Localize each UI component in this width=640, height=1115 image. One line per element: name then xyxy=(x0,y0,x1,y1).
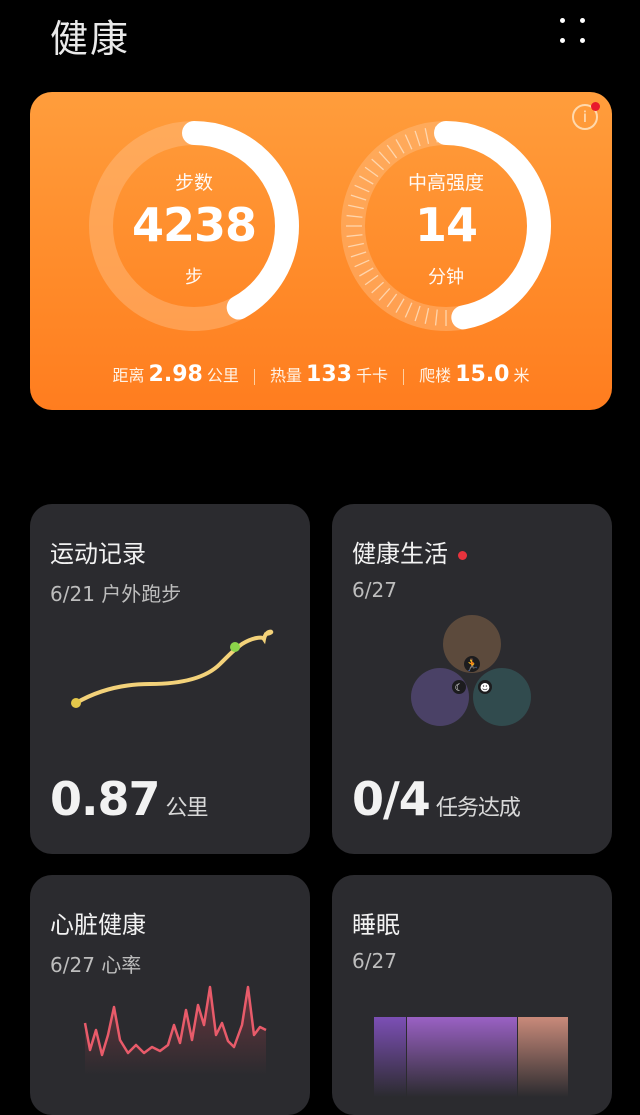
notification-dot xyxy=(591,102,600,111)
floors-label: 爬楼 xyxy=(419,366,452,385)
intensity-caption: 中高强度 xyxy=(407,172,484,194)
divider xyxy=(253,368,255,385)
tasks-big-unit: 任务达成 xyxy=(435,796,521,821)
calories-value: 133 xyxy=(306,362,352,387)
activity-summary-card[interactable]: i 步数 4238 步 中高强度 14 分钟 距离 2.98 公里 热量 133 千卡 … xyxy=(30,92,612,410)
heart-rate-chart xyxy=(83,985,267,1075)
calories-label: 热量 xyxy=(270,366,303,385)
summary-stats: 距离 2.98 公里 热量 133 千卡 爬楼 15.0 米 xyxy=(30,362,612,387)
distance-label: 距离 xyxy=(112,366,145,385)
run-icon: 🏃 xyxy=(465,658,480,672)
smile-icon: ☻ xyxy=(480,682,490,694)
intensity-ring: 中高强度 14 分钟 xyxy=(340,120,552,332)
floors-value: 15.0 xyxy=(455,362,510,387)
divider xyxy=(403,368,405,385)
card-value: 0/4 任务达成 xyxy=(352,772,521,826)
calories-unit: 千卡 xyxy=(355,366,388,385)
distance-unit: 公里 xyxy=(206,366,239,385)
exercise-record-card[interactable]: 运动记录 6/21 户外跑步 0.87 公里 xyxy=(30,504,310,854)
card-value: 0.87 公里 xyxy=(50,772,209,826)
steps-ring: 步数 4238 步 xyxy=(88,120,300,332)
healthy-living-card[interactable]: 健康生活 6/27 🏃 ☾ ☻ 0/4 任务达成 xyxy=(332,504,612,854)
distance-big-value: 0.87 xyxy=(50,772,160,826)
distance-big-unit: 公里 xyxy=(165,796,209,821)
intensity-unit: 分钟 xyxy=(428,267,464,288)
heart-health-card[interactable]: 心脏健康 6/27 心率 xyxy=(30,875,310,1115)
page-title: 健康 xyxy=(50,17,131,61)
steps-caption: 步数 xyxy=(174,172,213,194)
sleep-card[interactable]: 睡眠 6/27 xyxy=(332,875,612,1115)
tasks-big-value: 0/4 xyxy=(352,772,431,826)
moon-icon: ☾ xyxy=(455,683,464,694)
sleep-chart xyxy=(374,1017,568,1097)
steps-value: 4238 xyxy=(131,198,257,252)
intensity-value: 14 xyxy=(414,198,478,252)
more-grid-icon[interactable] xyxy=(558,16,588,46)
floors-unit: 米 xyxy=(513,366,530,385)
steps-unit: 步 xyxy=(185,267,203,288)
distance-value: 2.98 xyxy=(148,362,203,387)
